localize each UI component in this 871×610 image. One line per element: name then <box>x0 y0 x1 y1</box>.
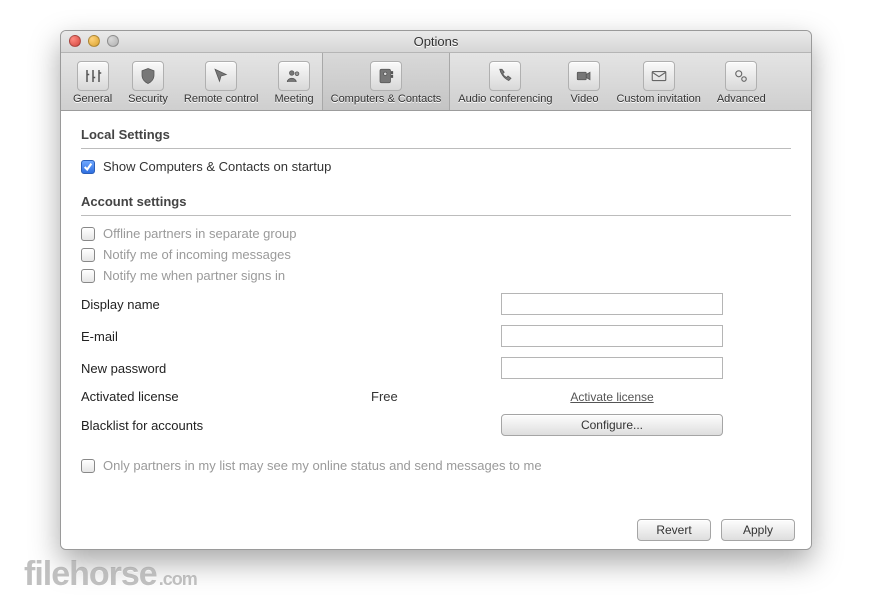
tab-label: Computers & Contacts <box>331 93 442 105</box>
tab-meeting[interactable]: Meeting <box>266 53 321 110</box>
tab-label: Remote control <box>184 93 259 105</box>
tab-content: Local Settings Show Computers & Contacts… <box>61 111 811 549</box>
checkbox-only-partners[interactable] <box>81 459 95 473</box>
tab-computers-contacts[interactable]: Computers & Contacts <box>322 53 451 110</box>
tab-security[interactable]: Security <box>120 53 176 110</box>
checkbox-offline-partners[interactable] <box>81 227 95 241</box>
tab-label: General <box>73 93 112 105</box>
checkbox-label: Offline partners in separate group <box>103 226 296 241</box>
window-title: Options <box>414 34 459 49</box>
traffic-lights <box>69 35 119 47</box>
toolbar: General Security Remote control Meeting … <box>61 53 811 111</box>
new-password-input[interactable] <box>501 357 723 379</box>
shield-icon <box>132 61 164 91</box>
camera-icon <box>568 61 600 91</box>
label-blacklist: Blacklist for accounts <box>81 418 371 433</box>
phone-icon <box>489 61 521 91</box>
divider <box>81 215 791 216</box>
close-button[interactable] <box>69 35 81 47</box>
watermark-tld: .com <box>159 569 197 590</box>
address-book-icon <box>370 61 402 91</box>
checkbox-notify-signin[interactable] <box>81 269 95 283</box>
tab-label: Audio conferencing <box>458 93 552 105</box>
minimize-button[interactable] <box>88 35 100 47</box>
bottom-bar: Revert Apply <box>637 519 795 541</box>
divider <box>81 148 791 149</box>
label-new-password: New password <box>81 361 371 376</box>
tab-label: Security <box>128 93 168 105</box>
tab-label: Advanced <box>717 93 766 105</box>
gears-icon <box>725 61 757 91</box>
configure-button[interactable]: Configure... <box>501 414 723 436</box>
tab-advanced[interactable]: Advanced <box>709 53 774 110</box>
people-icon <box>278 61 310 91</box>
tab-custom-invitation[interactable]: Custom invitation <box>608 53 708 110</box>
activate-license-link[interactable]: Activate license <box>570 390 653 404</box>
options-window: Options General Security Remote control … <box>60 30 812 550</box>
value-activated-license: Free <box>371 389 501 404</box>
revert-button[interactable]: Revert <box>637 519 711 541</box>
watermark: filehorse .com <box>24 555 197 594</box>
label-display-name: Display name <box>81 297 371 312</box>
tab-video[interactable]: Video <box>560 53 608 110</box>
apply-button[interactable]: Apply <box>721 519 795 541</box>
zoom-button[interactable] <box>107 35 119 47</box>
tab-label: Custom invitation <box>616 93 700 105</box>
label-email: E-mail <box>81 329 371 344</box>
checkbox-notify-incoming[interactable] <box>81 248 95 262</box>
tab-remote-control[interactable]: Remote control <box>176 53 267 110</box>
envelope-icon <box>643 61 675 91</box>
checkbox-label: Notify me when partner signs in <box>103 268 285 283</box>
watermark-name: filehorse <box>24 555 157 594</box>
titlebar: Options <box>61 31 811 53</box>
label-activated-license: Activated license <box>81 389 371 404</box>
cursor-icon <box>205 61 237 91</box>
section-local-settings: Local Settings <box>81 127 791 142</box>
checkbox-label: Notify me of incoming messages <box>103 247 291 262</box>
email-input[interactable] <box>501 325 723 347</box>
sliders-icon <box>77 61 109 91</box>
tab-audio-conferencing[interactable]: Audio conferencing <box>450 53 560 110</box>
section-account-settings: Account settings <box>81 194 791 209</box>
checkbox-label: Only partners in my list may see my onli… <box>103 458 542 473</box>
checkbox-show-on-startup[interactable] <box>81 160 95 174</box>
tab-label: Meeting <box>274 93 313 105</box>
tab-label: Video <box>571 93 599 105</box>
checkbox-label: Show Computers & Contacts on startup <box>103 159 331 174</box>
tab-general[interactable]: General <box>65 53 120 110</box>
display-name-input[interactable] <box>501 293 723 315</box>
